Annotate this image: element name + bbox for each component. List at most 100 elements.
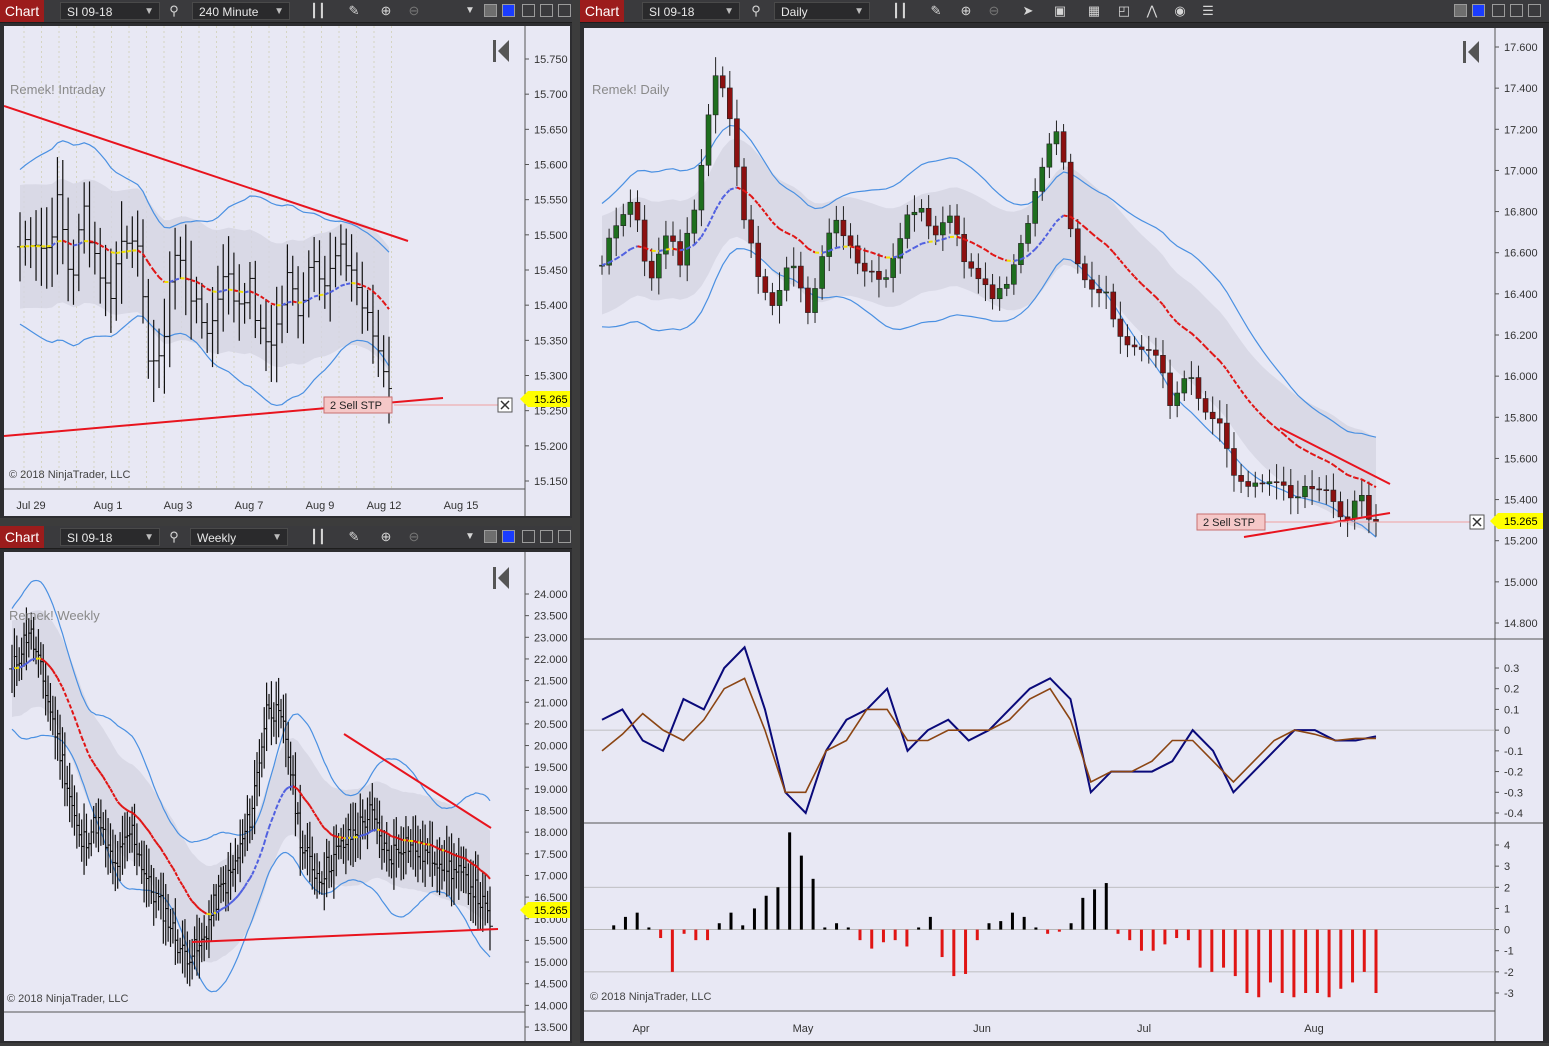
ma-segment [929,241,936,242]
pencil-icon[interactable]: ✎ [928,3,944,19]
y-tick-label: 16.800 [1504,207,1538,219]
dropdown-arrow-icon[interactable]: ▼ [462,529,478,545]
maximize-button[interactable] [540,4,553,17]
indicators-icon[interactable]: ⋀ [1144,3,1160,19]
chevron-down-icon: ▼ [274,3,284,21]
candle-body [1281,482,1286,486]
close-button[interactable] [1528,4,1541,17]
instrument-selector[interactable]: SI 09-18▼ [60,2,160,20]
link-color-button[interactable] [1472,4,1485,17]
ma-segment [459,856,461,857]
cancel-order-icon[interactable] [498,398,512,412]
window-button[interactable] [484,530,497,543]
ma-segment [130,812,132,813]
candle-body [742,167,747,220]
candle-body [784,268,789,290]
link-color-button[interactable] [502,530,515,543]
price-panel[interactable]: 2 Sell STP Remek! Intraday © 2018 NinjaT… [4,26,570,516]
maximize-button[interactable] [1510,4,1523,17]
chart-tab[interactable]: Chart [0,0,44,22]
cancel-order-icon[interactable] [1470,515,1484,529]
y-tick-label: 2 [1504,882,1510,894]
candle-body [756,243,761,277]
dropdown-arrow-icon[interactable]: ▼ [462,3,478,19]
interval-selector[interactable]: 240 Minute▼ [192,2,290,20]
ma-segment [324,828,326,830]
y-tick-label: 18.000 [534,827,568,839]
y-tick-label: 15.150 [534,476,568,488]
candle-body [1075,229,1080,264]
close-button[interactable] [558,530,571,543]
sell-stop-order[interactable]: 2 Sell STP [324,397,392,413]
search-icon[interactable]: ⚲ [166,529,182,545]
search-icon[interactable]: ⚲ [166,3,182,19]
candle-body [1146,349,1151,350]
link-color-button[interactable] [502,4,515,17]
minimize-button[interactable] [1492,4,1505,17]
chart-toolbar: Chart SI 09-18▼ ⚲ Daily▼ ┃┃ ✎ ⊕ ⊖ ➤ ▣ ▦ … [580,0,1549,23]
sell-stop-order[interactable]: 2 Sell STP [1197,514,1265,530]
x-tick-label: May [793,1023,814,1035]
pencil-icon[interactable]: ✎ [346,529,362,545]
price-panel[interactable]: Remek! Weekly © 2018 NinjaTrader, LLC 24… [4,552,570,1041]
pencil-icon[interactable]: ✎ [346,3,362,19]
ma-segment [432,846,434,847]
window-button[interactable] [484,4,497,17]
chart-tab[interactable]: Chart [0,526,44,548]
properties-icon[interactable]: ▦ [1086,3,1102,19]
candle-body [884,278,889,280]
chart-tab[interactable]: Chart [580,0,624,22]
candle-body [692,210,697,233]
order-label: 2 Sell STP [1203,517,1255,529]
candle-body [1047,144,1052,167]
candle-body [1239,475,1244,481]
zoom-in-icon[interactable]: ⊕ [378,3,394,19]
bar-type-icon[interactable]: ┃┃ [310,529,326,545]
candle-body [1182,379,1187,393]
interval-selector[interactable]: Weekly▼ [190,528,288,546]
minimize-button[interactable] [522,4,535,17]
window-button[interactable] [1454,4,1467,17]
candle-body [926,208,931,226]
instrument-selector[interactable]: SI 09-18▼ [642,2,740,20]
minimize-button[interactable] [522,530,535,543]
daily-chart-svg: 2 Sell STP Remek! Daily 17.60017.40017.2… [584,28,1543,1041]
maximize-button[interactable] [540,530,553,543]
zoom-out-icon[interactable]: ⊖ [406,529,422,545]
zoom-out-icon[interactable]: ⊖ [406,3,422,19]
ma-segment [31,659,33,660]
y-tick-label: 15.450 [534,265,568,277]
ma-segment [425,844,427,845]
data-box-icon[interactable]: ▣ [1052,3,1068,19]
list-icon[interactable]: ☰ [1200,3,1216,19]
copyright: © 2018 NinjaTrader, LLC [7,993,128,1005]
instrument-value: SI 09-18 [67,531,112,545]
instrument-selector[interactable]: SI 09-18▼ [60,528,160,546]
zoom-in-icon[interactable]: ⊕ [378,529,394,545]
candle-body [1018,243,1023,264]
bar-type-icon[interactable]: ┃┃ [892,3,908,19]
y-tick-label: 15.250 [534,406,568,418]
zoom-in-icon[interactable]: ⊕ [958,3,974,19]
candle-body [940,223,945,235]
pointer-icon[interactable]: ➤ [1020,3,1036,19]
y-tick-label: 15.350 [534,335,568,347]
close-button[interactable] [558,4,571,17]
ma-segment [382,831,384,832]
y-tick-label: 15.400 [534,300,568,312]
y-tick-label: 14.800 [1504,618,1538,630]
price-panel[interactable]: 2 Sell STP Remek! Daily 17.60017.40017.2… [584,28,1543,1041]
y-tick-label: 15.750 [534,54,568,66]
x-tick-label: Aug 15 [444,500,479,512]
templates-icon[interactable]: ◰ [1116,3,1132,19]
y-tick-label: 20.000 [534,741,568,753]
search-icon[interactable]: ⚲ [748,3,764,19]
candle-body [734,119,739,167]
bar-type-icon[interactable]: ┃┃ [310,3,326,19]
ma-segment [392,836,394,837]
candle-body [1352,501,1357,519]
interval-selector[interactable]: Daily▼ [774,2,870,20]
zoom-out-icon[interactable]: ⊖ [986,3,1002,19]
strategy-icon[interactable]: ◉ [1172,3,1188,19]
y-tick-label: 15.200 [1504,536,1538,548]
